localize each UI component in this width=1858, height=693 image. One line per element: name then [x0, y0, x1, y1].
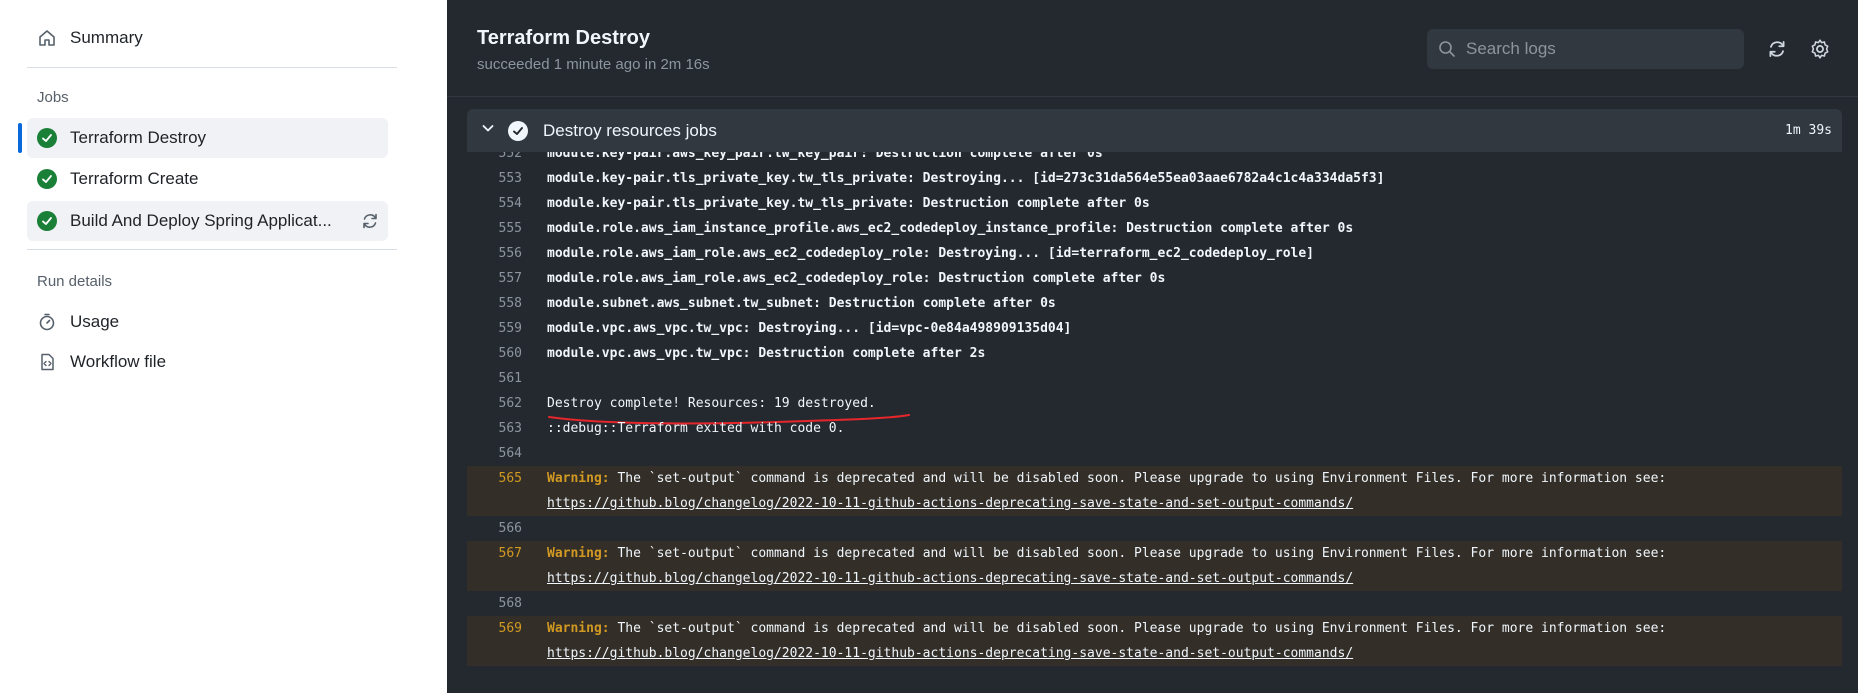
warning-label: Warning:: [547, 621, 610, 636]
workflow-file-label: Workflow file: [70, 352, 167, 371]
settings-button[interactable]: [1807, 36, 1833, 62]
line-number[interactable]: 567: [467, 541, 522, 566]
job-title: Terraform Destroy: [477, 27, 651, 49]
sidebar: Summary Jobs Terraform Destroy Terraform…: [0, 0, 447, 693]
log-line: 556 module.role.aws_iam_role.aws_ec2_cod…: [467, 241, 1842, 266]
log-line: 564: [467, 441, 1842, 466]
job-label: Build And Deploy Spring Applicat...: [70, 211, 332, 230]
log-text: module.key-pair.tls_private_key.tw_tls_p…: [547, 196, 1150, 211]
log-text: Warning: The `set-output` command is dep…: [547, 616, 1666, 641]
line-number[interactable]: 561: [467, 366, 522, 391]
log-text: module.role.aws_iam_role.aws_ec2_codedep…: [547, 246, 1315, 261]
job-label: Terraform Create: [70, 169, 199, 188]
line-number[interactable]: 558: [467, 291, 522, 316]
log-line: 555 module.role.aws_iam_instance_profile…: [467, 216, 1842, 241]
search-logs-input[interactable]: [1466, 39, 1716, 59]
usage-label: Usage: [70, 312, 120, 331]
line-number[interactable]: 562: [467, 391, 522, 416]
line-number[interactable]: 560: [467, 341, 522, 366]
warning-message: The `set-output` command is deprecated a…: [609, 621, 1667, 636]
warning-link[interactable]: https://github.blog/changelog/2022-10-11…: [547, 641, 1353, 666]
divider: [27, 67, 397, 68]
log-text: ::debug::Terraform exited with code 0.: [547, 421, 845, 436]
run-details-heading: Run details: [37, 273, 113, 290]
step-title: Destroy resources jobs: [543, 120, 717, 140]
sidebar-job-terraform-create[interactable]: Terraform Create: [27, 159, 388, 199]
step-success-icon: [508, 120, 528, 141]
log-line: 568: [467, 591, 1842, 616]
log-warning-line: 567 Warning: The `set-output` command is…: [467, 541, 1842, 591]
line-number[interactable]: 564: [467, 441, 522, 466]
line-number[interactable]: 554: [467, 191, 522, 216]
search-icon: [1439, 41, 1455, 57]
stopwatch-icon: [36, 311, 58, 333]
rerun-job-icon[interactable]: [360, 211, 380, 231]
line-number[interactable]: 555: [467, 216, 522, 241]
refresh-icon: [1769, 40, 1785, 58]
log-output: 552 module.key-pair.aws_key_pair.tw_key_…: [467, 152, 1842, 693]
sidebar-job-build-deploy[interactable]: Build And Deploy Spring Applicat...: [27, 201, 388, 241]
log-line: 563 ::debug::Terraform exited with code …: [467, 416, 1842, 441]
log-line: 552 module.key-pair.aws_key_pair.tw_key_…: [467, 152, 1842, 166]
warning-message: The `set-output` command is deprecated a…: [609, 546, 1667, 561]
line-number[interactable]: 566: [467, 516, 522, 541]
warning-message: The `set-output` command is deprecated a…: [609, 471, 1667, 486]
summary-link[interactable]: Summary: [27, 18, 388, 58]
step-header-destroy-resources[interactable]: Destroy resources jobs 1m 39s: [467, 109, 1842, 152]
log-text: Warning: The `set-output` command is dep…: [547, 466, 1666, 491]
success-check-icon: [36, 210, 58, 232]
gear-icon: [1811, 39, 1829, 59]
line-number[interactable]: 552: [467, 152, 522, 166]
log-line: 558 module.subnet.aws_subnet.tw_subnet: …: [467, 291, 1842, 316]
line-number[interactable]: 568: [467, 591, 522, 616]
warning-link[interactable]: https://github.blog/changelog/2022-10-11…: [547, 566, 1353, 591]
job-label: Terraform Destroy: [70, 128, 207, 147]
warning-label: Warning:: [547, 546, 610, 561]
log-text: module.vpc.aws_vpc.tw_vpc: Destruction c…: [547, 346, 986, 361]
log-line: 560 module.vpc.aws_vpc.tw_vpc: Destructi…: [467, 341, 1842, 366]
log-text: module.role.aws_iam_instance_profile.aws…: [547, 221, 1354, 236]
line-number[interactable]: 563: [467, 416, 522, 441]
log-text: module.vpc.aws_vpc.tw_vpc: Destroying...…: [547, 321, 1072, 336]
file-code-icon: [36, 351, 58, 373]
divider: [27, 249, 397, 250]
log-line: 561: [467, 366, 1842, 391]
log-text: module.role.aws_iam_role.aws_ec2_codedep…: [547, 271, 1166, 286]
workflow-file-link[interactable]: Workflow file: [27, 342, 388, 382]
log-line: 559 module.vpc.aws_vpc.tw_vpc: Destroyin…: [467, 316, 1842, 341]
warning-label: Warning:: [547, 471, 610, 486]
log-line: 557 module.role.aws_iam_role.aws_ec2_cod…: [467, 266, 1842, 291]
line-number[interactable]: 556: [467, 241, 522, 266]
log-warning-line: 565 Warning: The `set-output` command is…: [467, 466, 1842, 516]
log-line: 553 module.key-pair.tls_private_key.tw_t…: [467, 166, 1842, 191]
line-number[interactable]: 569: [467, 616, 522, 641]
log-text: Warning: The `set-output` command is dep…: [547, 541, 1666, 566]
line-number[interactable]: 557: [467, 266, 522, 291]
line-number[interactable]: 565: [467, 466, 522, 491]
home-icon: [36, 27, 58, 49]
usage-link[interactable]: Usage: [27, 302, 388, 342]
jobs-heading: Jobs: [37, 89, 69, 106]
log-text: module.key-pair.aws_key_pair.tw_key_pair…: [547, 152, 1103, 161]
active-indicator: [18, 123, 22, 153]
log-line: 554 module.key-pair.tls_private_key.tw_t…: [467, 191, 1842, 216]
chevron-down-icon: [480, 120, 496, 141]
sidebar-job-terraform-destroy[interactable]: Terraform Destroy: [27, 118, 388, 158]
line-number[interactable]: 559: [467, 316, 522, 341]
log-text: module.subnet.aws_subnet.tw_subnet: Dest…: [547, 296, 1056, 311]
success-check-icon: [36, 168, 58, 190]
warning-link[interactable]: https://github.blog/changelog/2022-10-11…: [547, 491, 1353, 516]
job-status-subtitle: succeeded 1 minute ago in 2m 16s: [477, 56, 710, 73]
success-check-icon: [36, 127, 58, 149]
log-panel: Terraform Destroy succeeded 1 minute ago…: [447, 0, 1858, 693]
step-duration: 1m 39s: [1785, 123, 1832, 138]
line-number[interactable]: 553: [467, 166, 522, 191]
log-text: module.key-pair.tls_private_key.tw_tls_p…: [547, 171, 1385, 186]
summary-label: Summary: [70, 28, 143, 47]
job-header: Terraform Destroy succeeded 1 minute ago…: [447, 0, 1858, 97]
log-warning-line: 569 Warning: The `set-output` command is…: [467, 616, 1842, 666]
search-logs-box[interactable]: [1427, 29, 1744, 69]
log-line: 566: [467, 516, 1842, 541]
refresh-button[interactable]: [1764, 36, 1790, 62]
